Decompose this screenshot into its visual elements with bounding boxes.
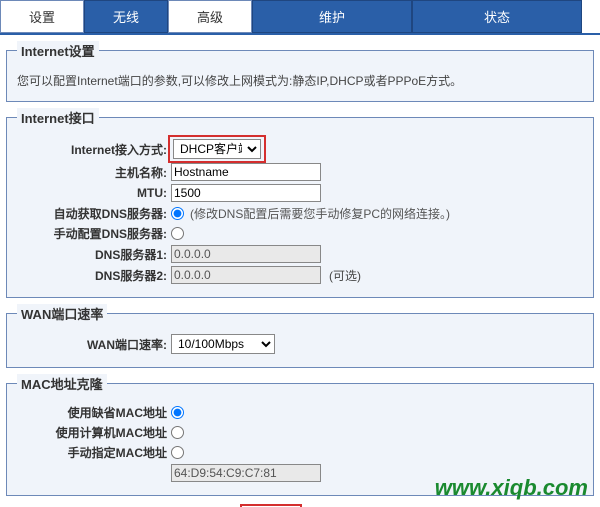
mac-default-label: 使用缺省MAC地址	[17, 404, 171, 421]
internet-settings-description: 您可以配置Internet端口的参数,可以修改上网模式为:静态IP,DHCP或者…	[17, 68, 583, 91]
auto-dns-label: 自动获取DNS服务器:	[17, 205, 171, 222]
mac-manual-input[interactable]	[171, 464, 321, 482]
auto-dns-radio[interactable]	[171, 207, 184, 220]
mtu-label: MTU:	[17, 186, 171, 200]
internet-settings-section: Internet设置 您可以配置Internet端口的参数,可以修改上网模式为:…	[6, 41, 594, 102]
manual-dns-label: 手动配置DNS服务器:	[17, 225, 171, 242]
dns2-optional: (可选)	[329, 267, 361, 284]
mac-default-radio[interactable]	[171, 406, 184, 419]
internet-interface-section: Internet接口 Internet接入方式: DHCP客户端 主机名称: M…	[6, 108, 594, 298]
dns2-input[interactable]	[171, 266, 321, 284]
internet-settings-legend: Internet设置	[17, 41, 99, 60]
hostname-input[interactable]	[171, 163, 321, 181]
manual-dns-radio[interactable]	[171, 227, 184, 240]
wan-rate-label: WAN端口速率:	[17, 336, 171, 353]
mtu-input[interactable]	[171, 184, 321, 202]
tab-wireless[interactable]: 无线	[84, 0, 168, 33]
wan-rate-select[interactable]: 10/100Mbps	[171, 334, 275, 354]
mac-manual-radio[interactable]	[171, 446, 184, 459]
access-mode-highlight: DHCP客户端	[171, 138, 263, 160]
dns1-label: DNS服务器1:	[17, 246, 171, 263]
tab-settings[interactable]: 设置	[0, 0, 84, 33]
mac-pc-radio[interactable]	[171, 426, 184, 439]
auto-dns-hint: (修改DNS配置后需要您手动修复PC的网络连接。)	[190, 205, 450, 222]
dns2-label: DNS服务器2:	[17, 267, 171, 284]
access-mode-label: Internet接入方式:	[17, 141, 171, 158]
mac-clone-legend: MAC地址克隆	[17, 374, 107, 393]
tab-status[interactable]: 状态	[412, 0, 582, 33]
watermark-text: www.xiqb.com	[435, 475, 588, 501]
main-tabs: 设置 无线 高级 维护 状态	[0, 0, 600, 35]
mac-manual-label: 手动指定MAC地址	[17, 444, 171, 461]
access-mode-select[interactable]: DHCP客户端	[173, 139, 261, 159]
wan-rate-section: WAN端口速率 WAN端口速率: 10/100Mbps	[6, 304, 594, 368]
wan-rate-legend: WAN端口速率	[17, 304, 107, 323]
internet-interface-legend: Internet接口	[17, 108, 99, 127]
hostname-label: 主机名称:	[17, 164, 171, 181]
tab-advanced[interactable]: 高级	[168, 0, 252, 33]
tab-maintenance[interactable]: 维护	[252, 0, 412, 33]
mac-pc-label: 使用计算机MAC地址	[17, 424, 171, 441]
dns1-input[interactable]	[171, 245, 321, 263]
